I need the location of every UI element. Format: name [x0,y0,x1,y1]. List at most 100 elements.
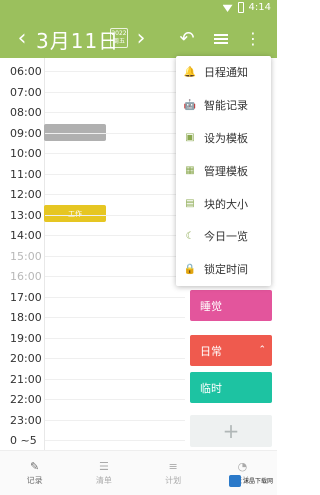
chevron-left-icon: ‹ [17,26,27,51]
next-day-button[interactable]: › [133,19,149,58]
menu-item[interactable]: ▣ 设为模板 [176,122,271,155]
hour-gridline [45,419,185,421]
hour-gridline [45,440,185,441]
nav-tab[interactable]: ☰ 清单 [69,451,138,495]
undo-button[interactable]: ↶ [177,19,197,58]
status-bar: 4:14 [0,0,277,19]
menu-item[interactable]: ▦ 管理模板 [176,154,271,187]
watermark-logo [229,475,241,487]
time-label: 22:00 [10,393,42,406]
robot-icon: 🤖 [183,99,197,111]
nav-tab[interactable]: ✎ 记录 [0,451,69,495]
hour-gridline [45,235,185,236]
year-badge: 2022 周五 [110,28,128,48]
prev-day-button[interactable]: ‹ [14,19,30,58]
category-tile[interactable]: 日常 ⌃ [190,335,272,366]
menu-item-label: 设为模板 [204,131,248,145]
hour-gridline [45,173,185,175]
list-icon: ☰ [98,459,109,473]
time-label: 17:00 [10,290,42,304]
weekday-label: 周五 [112,38,125,45]
hour-gridline [45,194,185,195]
time-label: 21:00 [10,372,42,386]
time-label: 09:00 [10,126,42,140]
menu-item[interactable]: 🔒 锁定时间 [176,253,271,286]
menu-lines-button[interactable] [211,19,231,58]
time-label: 16:00 [10,270,42,283]
block-size-icon: ▤ [185,198,195,210]
menu-item-label: 日程通知 [204,66,248,80]
menu-item[interactable]: 🔔 日程通知 [176,56,271,89]
menu-item-label: 块的大小 [204,197,248,211]
time-column: 06:00 07:00 08:00 09:00 10:00 11:00 12:00 13:00… [0,58,42,450]
hour-gridline [45,317,185,318]
hour-gridline [45,399,185,400]
status-time: 4:14 [248,2,271,13]
plan-icon: ≡ [168,459,178,473]
bell-icon: 🔔 [183,66,197,78]
time-label: 15:00 [10,249,42,263]
menu-item-label: 智能记录 [204,99,248,113]
nav-tab[interactable]: ≡ 计划 [139,451,208,495]
timeline-divider [44,58,45,450]
chevron-up-icon[interactable]: ⌃ [258,345,266,355]
category-tile[interactable]: 睡觉 [190,290,272,321]
hour-gridline [45,378,185,380]
more-button[interactable]: ⋮ [243,19,263,58]
status-icons: 4:14 [222,2,271,13]
undo-icon: ↶ [179,28,195,49]
lock-icon: 🔒 [183,263,197,275]
time-label: 08:00 [10,106,42,119]
current-date[interactable]: 3月11日 [36,25,119,54]
category-label: 睡觉 [200,299,222,313]
manage-template-icon: ▦ [185,165,195,177]
hour-gridline [45,132,185,134]
category-tile[interactable]: 临时 [190,372,272,403]
hour-gridline [45,296,185,298]
add-category-button[interactable]: + [190,415,272,447]
nav-tab-label: 记录 [26,476,43,485]
time-label: 19:00 [10,331,42,345]
hour-gridline [45,276,185,277]
time-label: 14:00 [10,229,42,242]
moon-icon: ☾ [185,230,195,242]
time-label: 23:00 [10,413,42,427]
time-label: 07:00 [10,85,42,99]
time-label: 0 ~5 [10,434,37,447]
hour-gridline [45,153,185,154]
template-icon: ▣ [185,132,195,144]
menu-item[interactable]: ☾ 今日一览 [176,220,271,253]
event-label: 工作 [68,209,82,218]
menu-item-label: 管理模板 [204,164,248,178]
plus-icon: + [222,419,240,443]
menu-item-label: 今日一览 [204,230,248,244]
hour-gridline [45,358,185,359]
hour-gridline [45,214,185,216]
header: ‹ 3月11日 2022 周五 › ↶ ⋮ [0,19,277,58]
more-vertical-icon: ⋮ [245,29,261,48]
pen-icon: ✎ [30,459,40,473]
time-label: 20:00 [10,352,42,365]
chevron-right-icon: › [136,26,146,51]
time-label: 11:00 [10,167,42,181]
hour-gridline [45,71,185,72]
wifi-icon [222,4,233,12]
time-label: 10:00 [10,147,42,160]
nav-tab-label: 计划 [165,476,182,485]
category-label: 临时 [200,381,222,395]
watermark-text: 沫晶下载网 [243,477,274,485]
hour-gridline [45,337,185,339]
hour-gridline [45,112,185,113]
watermark: 沫晶下载网 [229,471,273,491]
menu-lines-icon [214,32,228,46]
menu-item[interactable]: 🤖 智能记录 [176,89,271,122]
year-label: 2022 [111,30,127,37]
battery-icon [237,2,244,13]
menu-item[interactable]: ▤ 块的大小 [176,187,271,220]
nav-tab-label: 清单 [95,476,112,485]
hour-gridline [45,255,185,257]
hour-gridline [45,91,185,93]
event-block-work[interactable]: 工作 [44,205,106,222]
menu-item-label: 锁定时间 [204,263,248,277]
time-label: 18:00 [10,311,42,324]
